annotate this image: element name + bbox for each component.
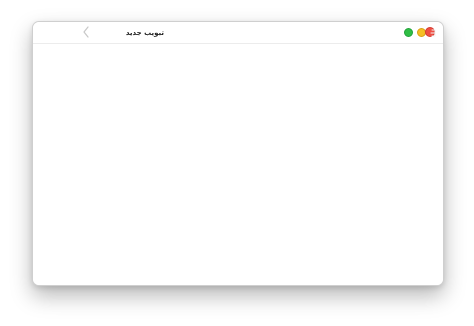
chevron-left-icon bbox=[82, 23, 90, 42]
screen-background: تبويب جديد bbox=[0, 0, 474, 326]
blank-page-content bbox=[33, 44, 443, 285]
maximize-button[interactable] bbox=[404, 28, 413, 37]
title-bar: تبويب جديد bbox=[33, 22, 443, 44]
back-button[interactable] bbox=[79, 25, 93, 39]
close-icon bbox=[425, 27, 435, 37]
window-title: تبويب جديد bbox=[125, 29, 164, 37]
browser-window: تبويب جديد bbox=[32, 21, 444, 286]
close-button[interactable] bbox=[425, 27, 437, 39]
